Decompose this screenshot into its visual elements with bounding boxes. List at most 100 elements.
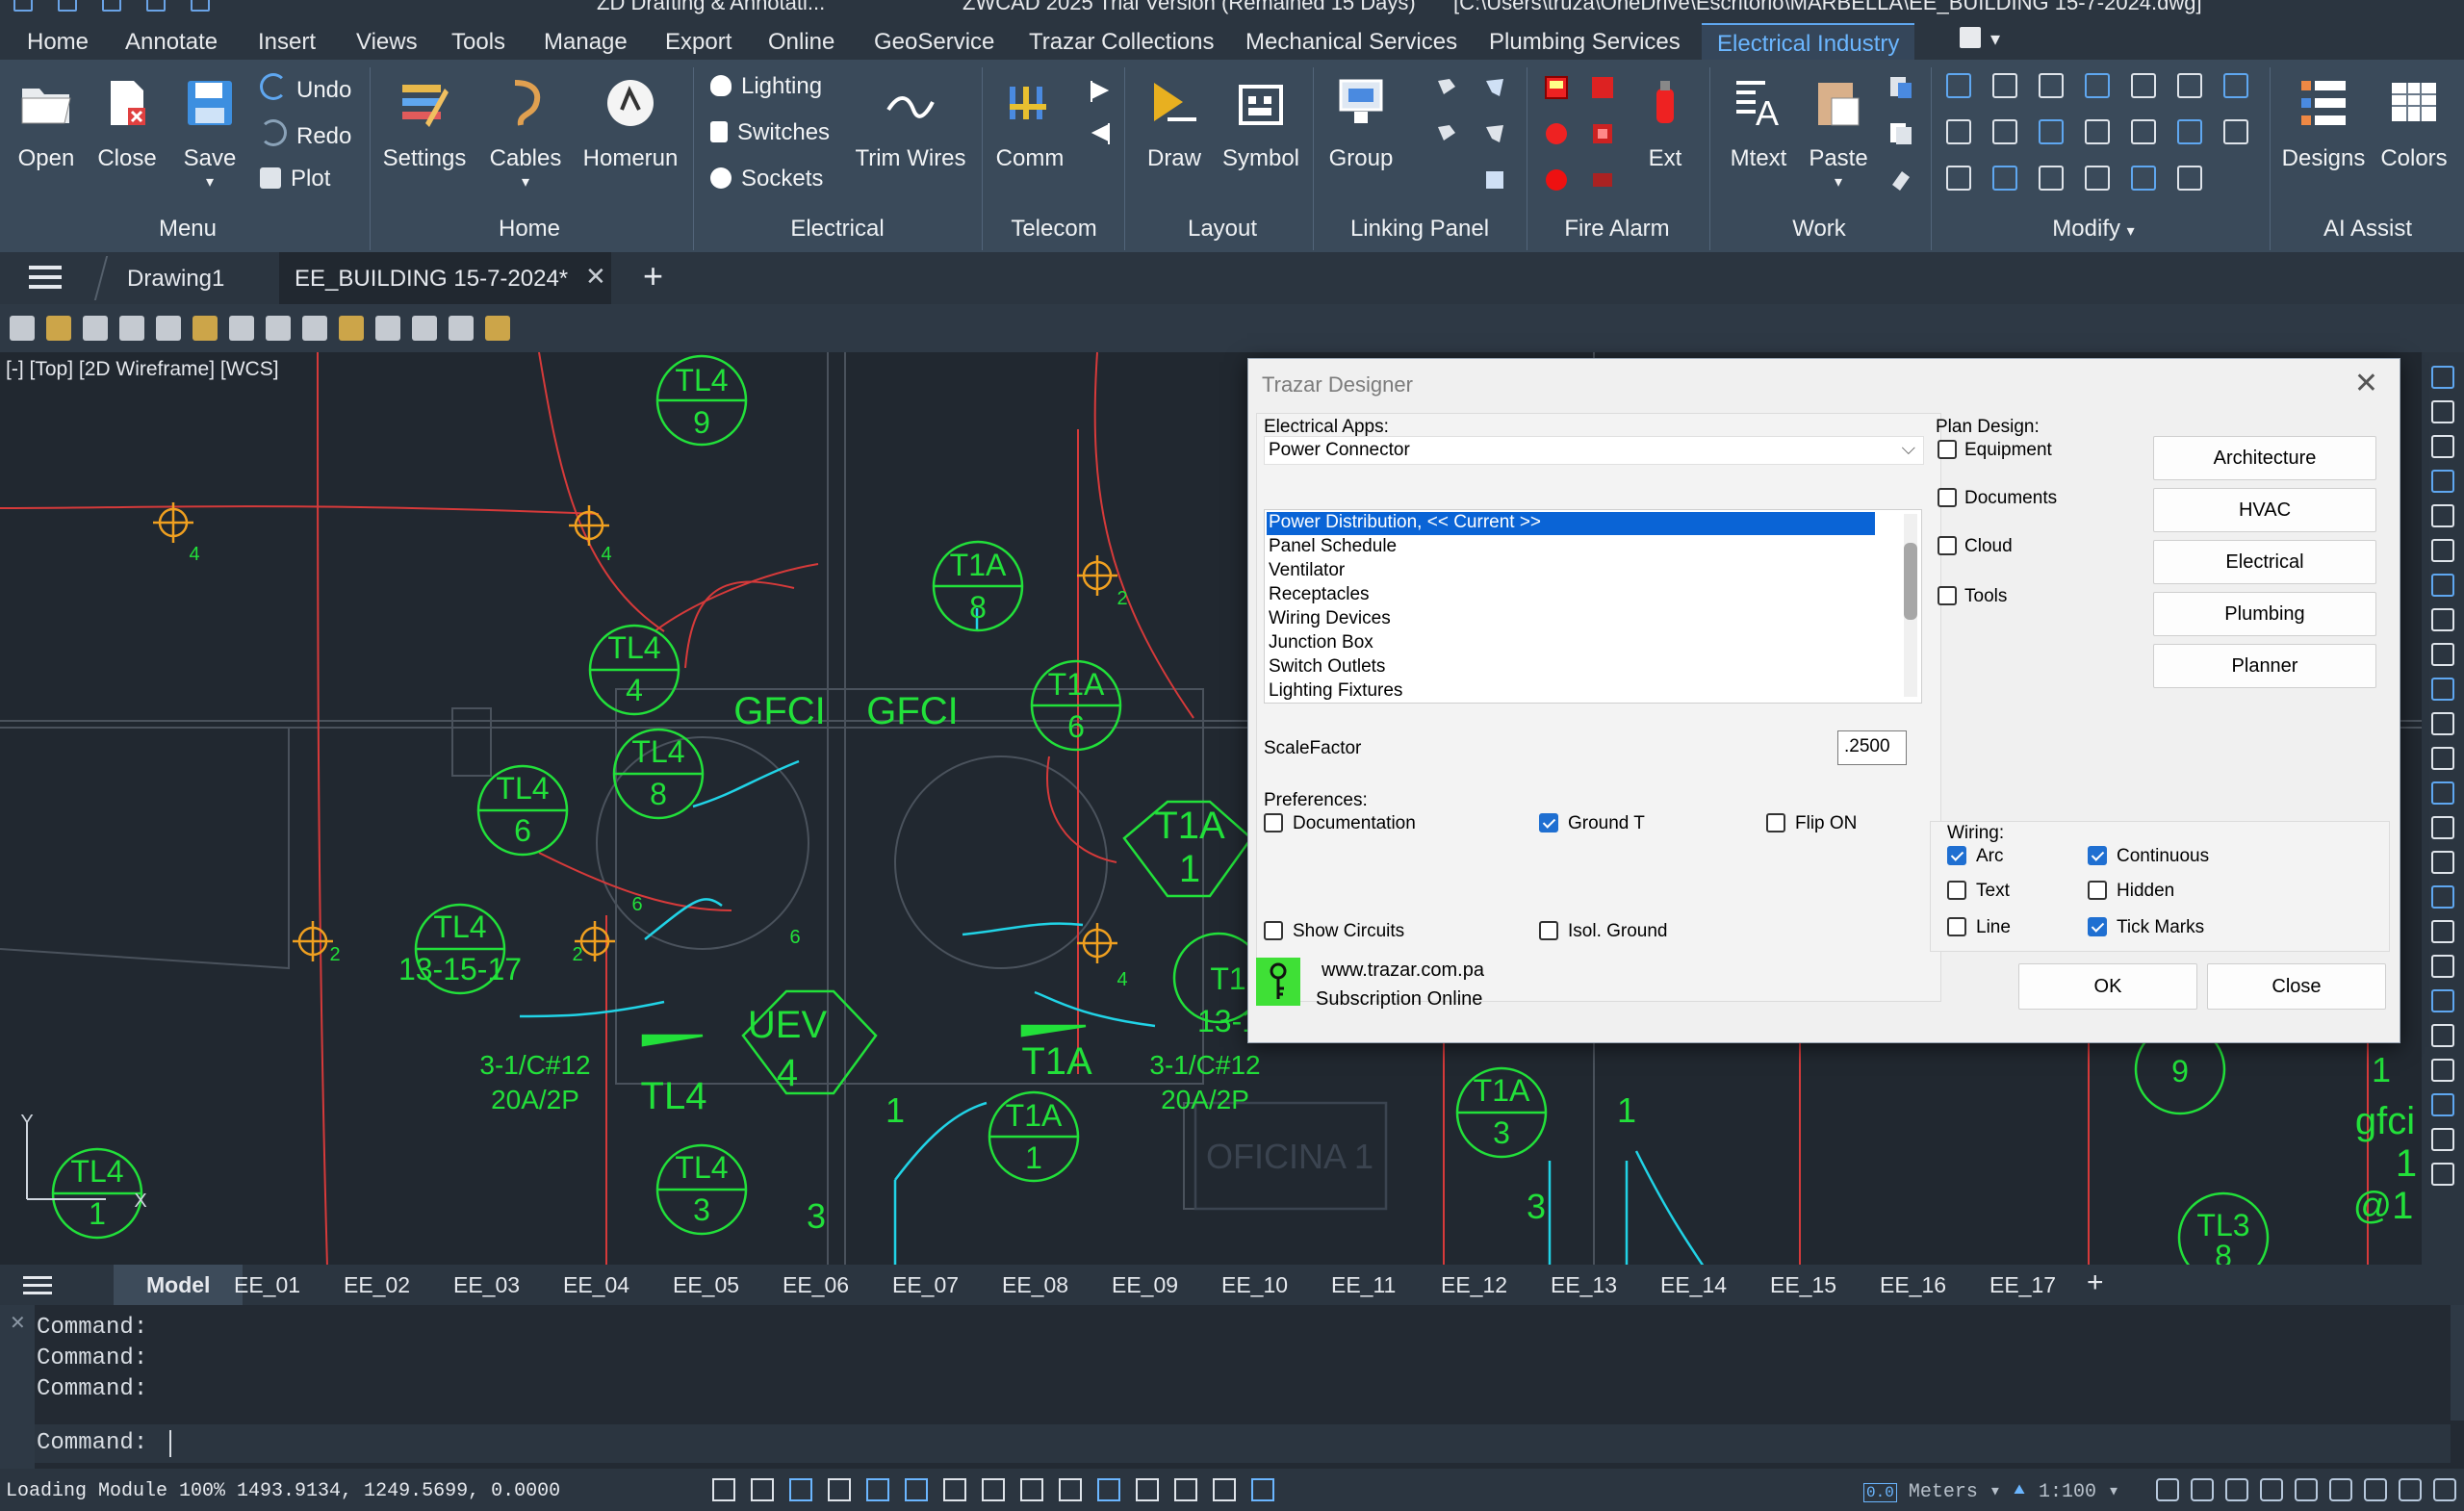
tab-annotate[interactable]: Annotate [125,29,218,56]
tab-layout-ee_01[interactable]: EE_01 [234,1272,300,1298]
isol-ground-checkbox[interactable] [1539,921,1558,940]
sockets-button[interactable]: Sockets [710,166,823,192]
flip-checkbox[interactable] [1766,813,1785,832]
settings-button[interactable]: Settings [381,75,468,172]
status-toggle-icon[interactable] [1213,1478,1236,1501]
tools-checkbox[interactable] [1938,586,1957,605]
status-tool-icon[interactable] [2399,1478,2422,1501]
new-icon[interactable] [58,0,77,12]
add-layout-icon[interactable]: + [2087,1267,2104,1299]
tab-manage[interactable]: Manage [544,29,628,56]
palette-tool-icon[interactable] [2431,989,2454,1012]
link-icon-4[interactable] [1482,121,1507,146]
add-tab-icon[interactable]: + [643,256,663,296]
symbol-button[interactable]: Symbol [1220,75,1301,172]
chevron-down-icon[interactable]: ▾ [1990,27,2000,51]
workspace-name[interactable]: ZD Drafting & Annotati... [597,0,825,15]
tab-mechanical-services[interactable]: Mechanical Services [1245,29,1457,56]
save-button[interactable]: Save ▾ [179,75,241,192]
units-selector[interactable]: 0.0 Meters ▾ [1863,1478,2001,1503]
arc-checkbox[interactable] [1947,846,1966,865]
architecture-button[interactable]: Architecture [2153,436,2376,480]
status-tool-icon[interactable] [2225,1478,2248,1501]
command-scrollbar[interactable] [2451,1305,2464,1421]
lighting-button[interactable]: Lighting [710,73,822,100]
tab-layout-ee_09[interactable]: EE_09 [1112,1272,1178,1298]
plumbing-button[interactable]: Plumbing [2153,592,2376,636]
tab-drawing1[interactable]: Drawing1 [127,266,224,293]
electrical-apps-select[interactable]: Power Connector ⌵ [1264,436,1924,465]
tab-electrical-industry[interactable]: Electrical Industry [1702,23,1915,64]
plot-button[interactable]: Plot [260,166,330,192]
palette-tool-icon[interactable] [2431,470,2454,493]
pencil-icon[interactable] [2177,166,2202,191]
palette-tool-icon[interactable] [2431,851,2454,874]
region-icon[interactable] [2085,166,2110,191]
fire-detector-icon[interactable] [1544,167,1569,192]
fire-bell-icon[interactable] [1544,121,1569,146]
offset-icon[interactable] [1992,73,2017,98]
eraser-icon[interactable] [1888,167,1913,192]
tab-layout-ee_17[interactable]: EE_17 [1989,1272,2056,1298]
layout-menu-icon[interactable] [23,1276,52,1279]
palette-tool-icon[interactable] [2431,1024,2454,1047]
copy-icon[interactable] [2131,119,2156,144]
list-item[interactable]: Power Distribution, << Current >> [1267,512,1875,535]
status-toggle-icon[interactable] [1251,1478,1274,1501]
tab-layout-ee_02[interactable]: EE_02 [344,1272,410,1298]
documentation-checkbox[interactable] [1264,813,1283,832]
palette-tool-icon[interactable] [2431,955,2454,978]
tab-insert[interactable]: Insert [258,29,316,56]
close-tab-icon[interactable]: ✕ [585,262,606,292]
array-icon[interactable] [1946,73,1971,98]
tab-layout-ee_03[interactable]: EE_03 [453,1272,520,1298]
fire-strobe-icon[interactable] [1590,121,1615,146]
toolbar-tool-icon[interactable] [375,316,400,341]
trim-wires-button[interactable]: Trim Wires [853,75,968,172]
telecom-flag-icon[interactable] [1088,79,1113,104]
tab-trazar-collections[interactable]: Trazar Collections [1029,29,1215,56]
palette-tool-icon[interactable] [2431,574,2454,597]
tab-layout-ee_14[interactable]: EE_14 [1660,1272,1727,1298]
scrollbar-thumb[interactable] [1904,543,1917,620]
palette-tool-icon[interactable] [2431,920,2454,943]
palette-tool-icon[interactable] [2431,1093,2454,1116]
tab-geoservice[interactable]: GeoService [874,29,994,56]
ext-button[interactable]: Ext [1636,75,1694,172]
list-item[interactable]: Receptacles [1267,584,1846,607]
link-icon-5[interactable] [1482,167,1507,192]
list-item[interactable]: Ventilator [1267,560,1846,583]
tab-plumbing-services[interactable]: Plumbing Services [1489,29,1681,56]
cables-button[interactable]: Cables ▾ [487,75,564,192]
scale-icon[interactable] [2085,119,2110,144]
status-tool-icon[interactable] [2191,1478,2214,1501]
palette-tool-icon[interactable] [2431,1163,2454,1186]
toolbar-tool-icon[interactable] [485,316,510,341]
status-toggle-icon[interactable] [1136,1478,1159,1501]
extend-icon[interactable] [2039,119,2064,144]
mirror-icon[interactable] [2039,73,2064,98]
tab-tools[interactable]: Tools [451,29,505,56]
close-button[interactable]: Close [2207,963,2386,1010]
status-toggle-icon[interactable] [1097,1478,1120,1501]
tab-export[interactable]: Export [665,29,732,56]
list-item[interactable]: Wiring Devices [1267,608,1846,631]
status-toggle-icon[interactable] [712,1478,735,1501]
continuous-checkbox[interactable] [2088,846,2107,865]
status-tool-icon[interactable] [2364,1478,2387,1501]
website-link[interactable]: www.trazar.com.pa [1322,960,1484,982]
palette-tool-icon[interactable] [2431,366,2454,389]
ok-button[interactable]: OK [2018,963,2197,1010]
fire-panel-icon[interactable] [1544,75,1569,100]
copy-icon[interactable] [1888,121,1913,146]
status-toggle-icon[interactable] [905,1478,928,1501]
palette-tool-icon[interactable] [2431,608,2454,631]
command-input[interactable]: Command: [35,1424,2451,1463]
open-icon[interactable] [102,0,121,12]
palette-tool-icon[interactable] [2431,781,2454,805]
comm-button[interactable]: Comm [991,75,1068,172]
palette-tool-icon[interactable] [2431,435,2454,458]
group-button[interactable]: Group [1322,75,1399,172]
colors-button[interactable]: Colors [2374,75,2454,172]
link-icon[interactable] [1434,75,1459,100]
